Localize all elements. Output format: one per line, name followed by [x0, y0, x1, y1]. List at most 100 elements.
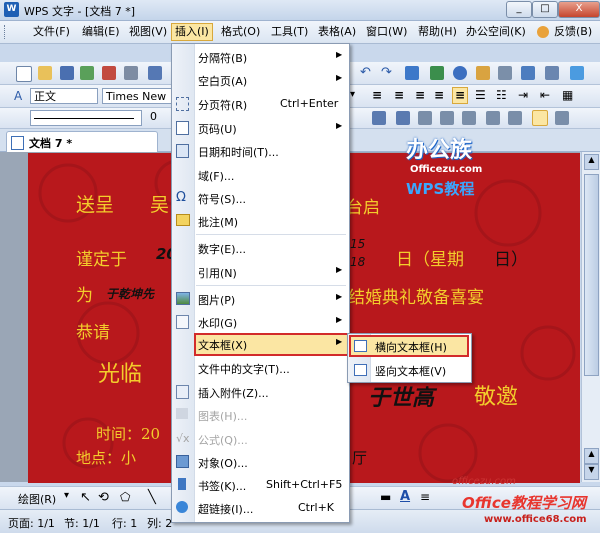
prev-page-icon[interactable]: ▲: [584, 448, 599, 464]
redo-icon[interactable]: ↷: [381, 65, 392, 80]
line-tool-icon[interactable]: ╲: [148, 490, 156, 505]
open-folder-icon[interactable]: [38, 66, 52, 80]
minimize-button[interactable]: _: [506, 1, 532, 18]
menu-item-symbol[interactable]: Ω 符号(S)...: [172, 187, 349, 209]
distribute-icon[interactable]: ≡: [452, 87, 468, 104]
menu-item-page-number[interactable]: 页码(U) ▶: [172, 117, 349, 139]
menu-help[interactable]: 帮助(H): [415, 24, 460, 40]
columns-icon[interactable]: [498, 66, 512, 80]
menu-item-page-break[interactable]: 分页符(R) Ctrl+Enter: [172, 93, 349, 115]
export-icon[interactable]: [80, 66, 94, 80]
help-icon[interactable]: [570, 66, 584, 80]
menu-item-text-from-file[interactable]: 文件中的文字(T)...: [172, 357, 349, 379]
align-center-icon[interactable]: ≡: [394, 88, 404, 102]
size-dropdown-icon[interactable]: ▾: [350, 89, 355, 100]
menu-item-hyperlink[interactable]: 超链接(I)... Ctrl+K: [172, 497, 349, 519]
grip-handle[interactable]: [4, 25, 8, 39]
scroll-thumb[interactable]: [584, 174, 599, 376]
align-right-icon[interactable]: ≡: [415, 88, 425, 102]
cell-icon[interactable]: [440, 111, 454, 125]
draw-dropdown-icon[interactable]: ▾: [64, 490, 69, 501]
menu-item-object[interactable]: 对象(O)...: [172, 451, 349, 473]
vertical-textbox-icon: [354, 364, 367, 376]
line-color-icon[interactable]: ▬: [380, 490, 391, 504]
list-icon[interactable]: ☰: [475, 88, 486, 102]
merge-icon[interactable]: [462, 111, 476, 125]
style-select[interactable]: 正文: [30, 88, 98, 104]
menu-item-watermark[interactable]: 水印(G) ▶: [172, 311, 349, 333]
image-icon[interactable]: [476, 66, 490, 80]
menu-item-label: 符号(S)...: [198, 193, 247, 206]
menu-edit[interactable]: 编辑(E): [79, 24, 123, 40]
undo-icon[interactable]: ↶: [360, 65, 371, 80]
menu-item-field[interactable]: 域(F)...: [172, 164, 349, 186]
menu-table[interactable]: 表格(A): [315, 24, 359, 40]
menu-file[interactable]: 文件(F): [30, 24, 73, 40]
page-view-icon[interactable]: [532, 110, 548, 126]
table-border-icon[interactable]: [418, 111, 432, 125]
zoom-icon[interactable]: [545, 66, 559, 80]
menu-item-textbox[interactable]: 文本框(X) ▶: [194, 333, 349, 356]
menu-item-comment[interactable]: 批注(M): [172, 210, 349, 232]
menu-item-date-time[interactable]: 日期和时间(T)...: [172, 140, 349, 162]
menu-feedback[interactable]: 反馈(B): [551, 24, 595, 40]
menu-item-label: 文本框(X): [198, 339, 248, 352]
menu-item-number[interactable]: 数字(E)...: [172, 237, 349, 259]
maximize-button[interactable]: □: [532, 1, 558, 18]
logo-title: Office教程学习网: [462, 494, 586, 512]
print-icon[interactable]: [124, 66, 138, 80]
align-left-icon[interactable]: ≡: [372, 88, 382, 102]
menu-item-reference[interactable]: 引用(N) ▶: [172, 261, 349, 283]
numbered-list-icon[interactable]: ☷: [496, 88, 507, 102]
menu-insert[interactable]: 插入(I): [171, 23, 213, 41]
new-doc-icon[interactable]: [16, 66, 32, 82]
justify-icon[interactable]: ≡: [434, 88, 444, 102]
menu-window[interactable]: 窗口(W): [363, 24, 410, 40]
menu-tools[interactable]: 工具(T): [268, 24, 311, 40]
table-icon[interactable]: [405, 66, 419, 80]
submenu-item-label: 横向文本框(H): [375, 341, 447, 354]
watermark-icon: [176, 315, 189, 329]
indent-icon[interactable]: ⇥: [518, 88, 528, 102]
row-icon[interactable]: [508, 111, 522, 125]
scroll-up-icon[interactable]: ▲: [584, 154, 599, 170]
vertical-scrollbar[interactable]: ▲ ▲ ▼: [581, 152, 600, 482]
draw-icon[interactable]: [521, 66, 535, 80]
split-icon[interactable]: [486, 111, 500, 125]
menu-item-picture[interactable]: 图片(P) ▶: [172, 288, 349, 310]
preview-icon[interactable]: [148, 66, 162, 80]
rotate-icon[interactable]: ⟲: [98, 490, 109, 505]
doc-line1-right: 台启: [346, 198, 380, 218]
menu-item-bookmark[interactable]: 书签(K)... Shift+Ctrl+F5: [172, 474, 349, 496]
tab-document-7[interactable]: 文档 7 *: [6, 131, 158, 152]
menu-item-blank-page[interactable]: 空白页(A) ▶: [172, 69, 349, 91]
doc-line7-end: 厅: [352, 449, 368, 467]
autoshape-icon[interactable]: ⬠: [120, 490, 130, 504]
shading-icon[interactable]: [396, 111, 410, 125]
menu-view[interactable]: 视图(V): [126, 24, 170, 40]
chart-toolbar-icon[interactable]: [430, 66, 444, 80]
menu-office-space[interactable]: 办公空间(K): [463, 24, 529, 40]
font-color-icon[interactable]: A: [400, 489, 410, 504]
border-icon[interactable]: ▦: [562, 88, 573, 102]
doc-line4: 恭请: [76, 323, 110, 343]
globe-icon[interactable]: [453, 66, 467, 80]
pdf-icon[interactable]: [102, 66, 116, 80]
close-button[interactable]: X: [558, 1, 600, 18]
submenu-item-horizontal-textbox[interactable]: 横向文本框(H): [349, 335, 469, 357]
submenu-item-vertical-textbox[interactable]: 竖向文本框(V): [349, 359, 469, 381]
menu-item-label: 水印(G): [198, 317, 238, 330]
save-icon[interactable]: [60, 66, 74, 80]
font-select[interactable]: Times New R: [102, 88, 172, 119]
outline-icon[interactable]: [555, 111, 569, 125]
select-pointer-icon[interactable]: ↖: [80, 490, 91, 505]
menu-item-separator[interactable]: 分隔符(B) ▶: [172, 46, 349, 68]
menu-item-attachment[interactable]: 插入附件(Z)...: [172, 381, 349, 403]
line-style-select[interactable]: [30, 110, 142, 126]
outdent-icon[interactable]: ⇤: [540, 88, 550, 102]
draw-menu-button[interactable]: 绘图(R): [18, 491, 56, 507]
menu-format[interactable]: 格式(O): [218, 24, 263, 40]
line-width-field[interactable]: 0: [150, 110, 157, 123]
border-toolbar-icon[interactable]: [372, 111, 386, 125]
doc-line5-hand: 于世高: [368, 386, 435, 411]
